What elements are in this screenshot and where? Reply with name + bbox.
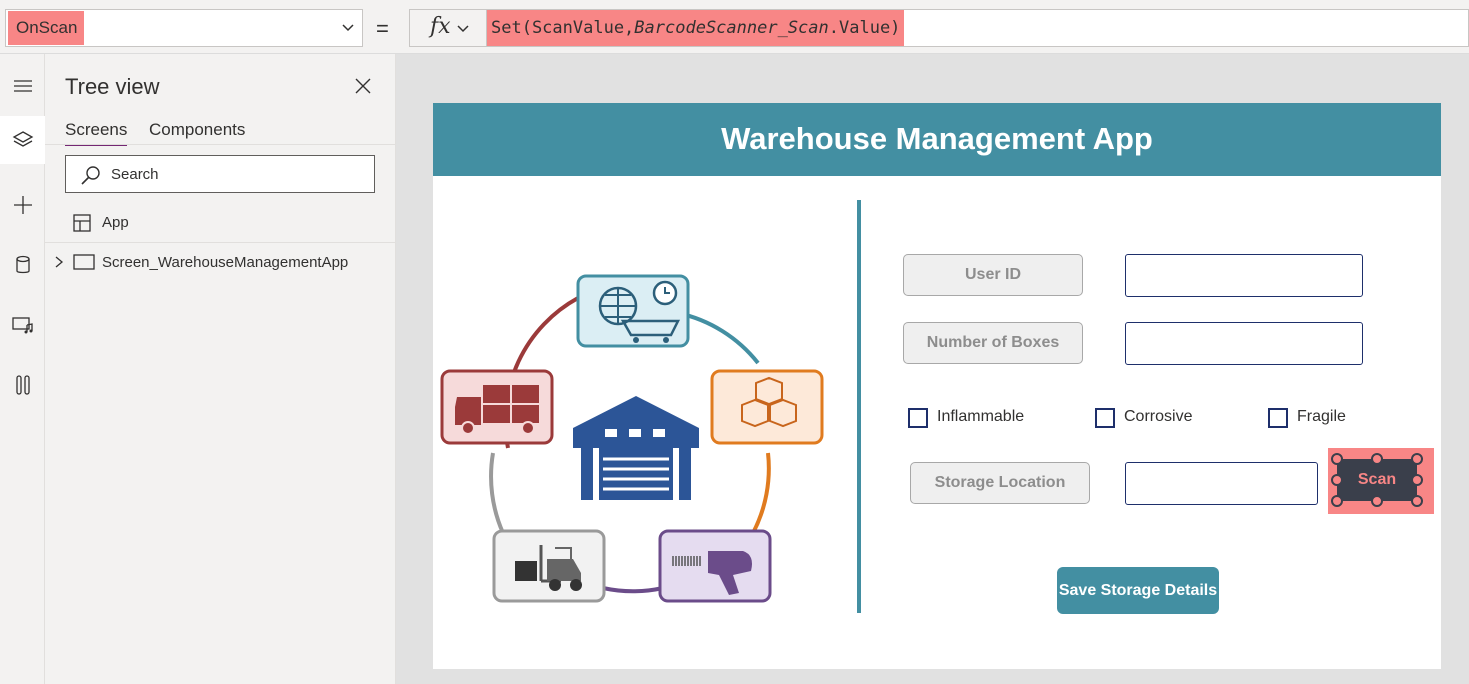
tree-item-app[interactable]: App: [45, 205, 396, 241]
equals-sign: =: [376, 16, 389, 41]
screen-icon: [73, 254, 95, 270]
property-dropdown[interactable]: OnScan: [5, 9, 363, 47]
resize-handle[interactable]: [1371, 495, 1383, 507]
number-of-boxes-label: Number of Boxes: [903, 322, 1083, 364]
tree-item-label: Screen_WarehouseManagementApp: [102, 254, 349, 271]
app-screen[interactable]: Warehouse Management App User ID Number …: [433, 103, 1441, 669]
barcode-scanner-icon: [658, 529, 772, 603]
vertical-divider: [857, 200, 861, 613]
resize-handle[interactable]: [1331, 474, 1343, 486]
warehouse-icon: [573, 396, 699, 500]
tree-view-panel: Tree view Screens Components Search App …: [45, 54, 396, 684]
checkbox-label: Inflammable: [937, 408, 1025, 425]
tree-view-title: Tree view: [65, 74, 160, 99]
search-icon: [81, 166, 100, 185]
formula-part: BarcodeScanner_Scan: [634, 18, 829, 38]
property-name: OnScan: [8, 11, 84, 45]
resize-handle[interactable]: [1371, 453, 1383, 465]
checkbox-label: Fragile: [1297, 408, 1346, 425]
chevron-down-icon: [342, 24, 354, 32]
tree-item-screen[interactable]: Screen_WarehouseManagementApp: [45, 245, 396, 281]
search-placeholder: Search: [111, 166, 159, 183]
checkbox-box[interactable]: [1095, 408, 1115, 428]
user-id-input[interactable]: [1125, 254, 1363, 297]
app-title: Warehouse Management App: [721, 121, 1153, 156]
design-canvas: Warehouse Management App User ID Number …: [396, 54, 1469, 684]
formula-part: Set(ScanValue,: [491, 18, 635, 38]
database-icon[interactable]: [0, 241, 45, 289]
plus-icon[interactable]: [0, 181, 45, 229]
tab-divider: [45, 144, 396, 145]
chevron-down-icon: [457, 25, 469, 33]
storage-location-input[interactable]: [1125, 462, 1318, 505]
save-storage-details-button[interactable]: Save Storage Details: [1057, 567, 1219, 614]
layers-icon[interactable]: [0, 116, 45, 164]
number-of-boxes-input[interactable]: [1125, 322, 1363, 365]
forklift-icon: [492, 529, 606, 603]
chevron-right-icon[interactable]: [53, 255, 65, 269]
delivery-truck-icon: [440, 369, 554, 445]
formula-toolbar: OnScan = fx Set(ScanValue,BarcodeScanner…: [0, 0, 1469, 54]
scan-selection[interactable]: Scan: [1328, 448, 1434, 514]
tree-divider: [45, 242, 396, 243]
tools-icon[interactable]: [0, 361, 45, 409]
boxes-icon: [710, 369, 824, 445]
global-shopping-icon: [576, 274, 690, 348]
close-icon[interactable]: [353, 76, 373, 96]
warehouse-illustration: [440, 274, 824, 603]
fx-icon: fx: [430, 14, 451, 39]
formula-part: .Value): [828, 18, 901, 38]
app-icon: [73, 214, 91, 232]
resize-handle[interactable]: [1331, 453, 1343, 465]
formula-input[interactable]: Set(ScanValue,BarcodeScanner_Scan.Value): [487, 9, 1469, 47]
formula-text: Set(ScanValue,BarcodeScanner_Scan.Value): [487, 10, 905, 46]
media-icon[interactable]: [0, 301, 45, 349]
checkbox-box[interactable]: [1268, 408, 1288, 428]
resize-handle[interactable]: [1411, 474, 1423, 486]
resize-handle[interactable]: [1411, 495, 1423, 507]
resize-handle[interactable]: [1331, 495, 1343, 507]
tab-components[interactable]: Components: [149, 120, 245, 144]
fx-button[interactable]: fx: [409, 9, 487, 47]
checkbox-box[interactable]: [908, 408, 928, 428]
left-rail: [0, 54, 45, 684]
tree-item-label: App: [102, 214, 129, 231]
checkbox-label: Corrosive: [1124, 408, 1193, 425]
tab-screens[interactable]: Screens: [65, 120, 128, 146]
storage-location-label: Storage Location: [910, 462, 1090, 504]
resize-handle[interactable]: [1411, 453, 1423, 465]
app-header: Warehouse Management App: [433, 103, 1441, 176]
search-input[interactable]: Search: [65, 155, 375, 193]
hamburger-icon[interactable]: [0, 62, 45, 110]
user-id-label: User ID: [903, 254, 1083, 296]
